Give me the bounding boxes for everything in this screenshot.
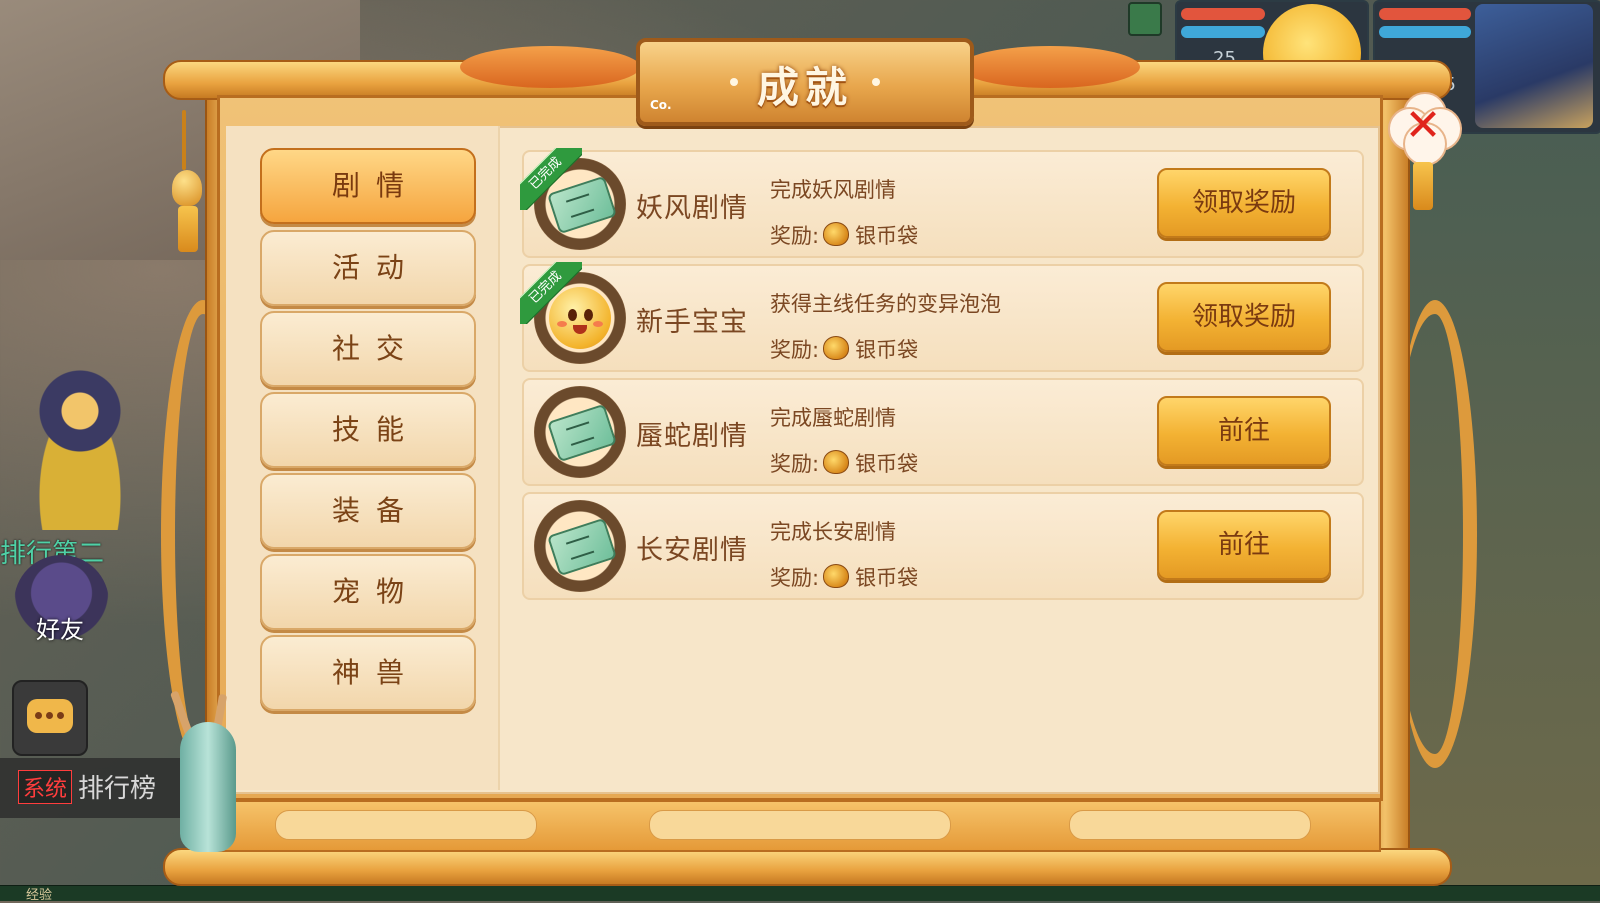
title-ribbon-left [460,46,640,88]
achievement-description: 完成蜃蛇剧情 [770,406,896,430]
tassel-cord [182,110,186,170]
tab-skills[interactable]: 技能 [260,392,476,468]
achievement-icon-frame [534,500,626,592]
tab-story[interactable]: 剧情 [260,148,476,224]
close-x-icon: ✕ [1404,100,1442,151]
coin-bag-icon [823,564,850,588]
achievement-row: 已完成 新手宝宝 获得主线任务的变异泡泡 奖励: 银币袋 领取奖励 [520,262,1364,372]
exp-bar [0,885,1600,901]
scroll-icon [546,517,618,577]
claim-reward-button[interactable]: 领取奖励 [1157,282,1331,352]
go-to-button[interactable]: 前往 [1157,510,1331,580]
tassel-ornament-icon [1413,162,1433,210]
exp-label: 经验 [26,888,53,903]
tab-social[interactable]: 社交 [260,311,476,387]
title-plaque: 成就 Co. [636,38,974,126]
chat-button[interactable] [12,680,88,756]
bottom-ornament-strip [217,800,1381,852]
window-title: 成就 [756,63,853,112]
achievement-row: 蜃蛇剧情 完成蜃蛇剧情 奖励: 银币袋 前往 [522,378,1364,486]
achievement-icon-frame [534,386,626,478]
coin-bag-icon [823,450,850,474]
achievement-name: 长安剧情 [636,535,748,566]
title-ribbon-right [960,46,1140,88]
hero-portrait-icon [1475,4,1593,128]
achievement-description: 获得主线任务的变异泡泡 [770,292,1001,316]
friend-label: 好友 [36,616,84,644]
achievement-name: 妖风剧情 [636,193,748,224]
achievement-reward: 奖励: 银币袋 [770,450,919,476]
pet-mp-bar [1181,26,1265,38]
achievement-name: 新手宝宝 [636,307,748,338]
vase-icon [180,722,236,852]
background-character [20,360,140,530]
map-icon[interactable] [1128,2,1162,36]
tab-pets[interactable]: 宠物 [260,554,476,630]
title-logo-mark: Co. [650,98,672,112]
achievement-reward: 奖励: 银币袋 [770,564,919,590]
player-hp-bar [1379,8,1471,20]
tab-divine-beasts[interactable]: 神兽 [260,635,476,711]
chat-bubble-icon [27,699,73,733]
claim-reward-button[interactable]: 领取奖励 [1157,168,1331,238]
achievement-description: 完成妖风剧情 [770,178,896,202]
coin-bag-icon [823,222,850,246]
achievement-reward: 奖励: 银币袋 [770,222,919,248]
system-channel-tag: 系统 [18,770,73,804]
frame-beam-bottom [163,848,1452,886]
tab-equipment[interactable]: 装备 [260,473,476,549]
player-mp-bar [1379,26,1471,38]
chat-message: 排行榜 [78,774,157,804]
go-to-button[interactable]: 前往 [1157,396,1331,466]
achievement-row: 已完成 妖风剧情 完成妖风剧情 奖励: 银币袋 领取奖励 [520,148,1364,258]
ornament-segment [649,810,951,840]
achievement-row: 长安剧情 完成长安剧情 奖励: 银币袋 前往 [522,492,1364,600]
achievement-description: 完成长安剧情 [770,520,896,544]
completed-badge: 已完成 [520,148,582,210]
tassel-ornament-icon [178,206,198,252]
close-button[interactable]: ✕ [1388,92,1462,166]
completed-badge: 已完成 [520,262,582,324]
scroll-icon [546,403,618,463]
ornament-segment [1069,810,1311,840]
pet-hp-bar [1181,8,1265,20]
tab-events[interactable]: 活动 [260,230,476,306]
title-dot [872,78,880,86]
achievement-reward: 奖励: 银币袋 [770,336,919,362]
achievement-name: 蜃蛇剧情 [636,421,748,452]
coin-bag-icon [823,336,850,360]
bell-ornament-icon [172,170,202,206]
ornament-segment [275,810,537,840]
